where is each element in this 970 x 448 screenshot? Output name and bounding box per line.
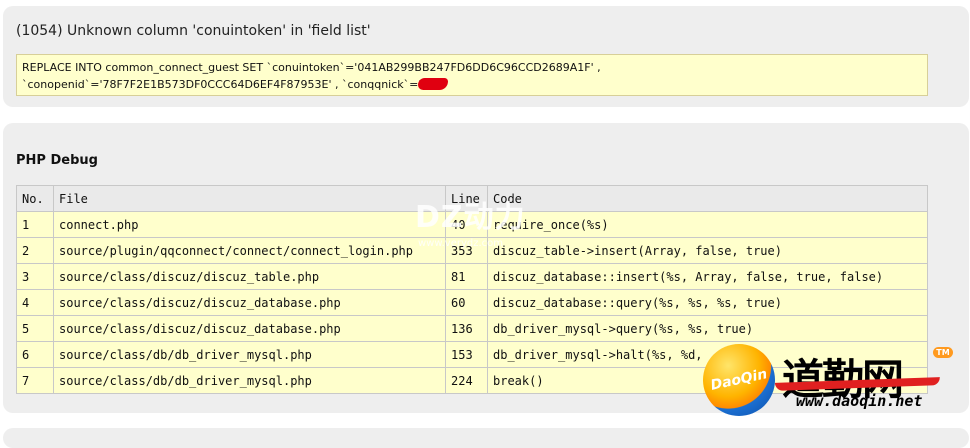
table-row: 3 source/class/discuz/discuz_table.php 8… (16, 263, 928, 290)
cell-no: 4 (16, 289, 54, 316)
sql-query-box: REPLACE INTO common_connect_guest SET `c… (16, 54, 928, 96)
cell-code: discuz_table->insert(Array, false, true) (487, 237, 928, 264)
cell-line: 224 (445, 367, 488, 394)
sql-line-2-text: `conopenid`='78F7F2E1B573DF0CCC64D6EF4F8… (22, 78, 422, 91)
cell-no: 3 (16, 263, 54, 290)
sql-line-2: `conopenid`='78F7F2E1B573DF0CCC64D6EF4F8… (22, 76, 922, 93)
cell-no: 7 (16, 367, 54, 394)
cell-file: source/plugin/qqconnect/connect/connect_… (53, 237, 446, 264)
redaction-mark (418, 78, 449, 90)
dz-watermark: DZ动力 (415, 200, 526, 235)
cell-file: source/class/db/db_driver_mysql.php (53, 341, 446, 368)
cell-no: 5 (16, 315, 54, 342)
cell-no: 2 (16, 237, 54, 264)
daoqin-logo-url: www.daoqin.net (796, 392, 923, 410)
column-header-file: File (53, 185, 446, 212)
cell-file: source/class/discuz/discuz_database.php (53, 289, 446, 316)
table-row: 4 source/class/discuz/discuz_database.ph… (16, 289, 928, 316)
trademark-badge: TM (933, 347, 953, 358)
cell-line: 60 (445, 289, 488, 316)
cell-file: source/class/db/db_driver_mysql.php (53, 367, 446, 394)
column-header-no: No. (16, 185, 54, 212)
cell-code: require_once(%s) (487, 211, 928, 238)
cell-code: discuz_database::insert(%s, Array, false… (487, 263, 928, 290)
cell-line: 153 (445, 341, 488, 368)
dz-watermark-url: www.verydz.com (418, 238, 504, 249)
next-panel-edge (3, 428, 969, 448)
cell-file: connect.php (53, 211, 446, 238)
sql-line-1: REPLACE INTO common_connect_guest SET `c… (22, 61, 601, 74)
cell-line: 136 (445, 315, 488, 342)
table-row: 5 source/class/discuz/discuz_database.ph… (16, 315, 928, 342)
error-panel: (1054) Unknown column 'conuintoken' in '… (3, 6, 969, 107)
debug-title: PHP Debug (16, 153, 98, 168)
column-header-code: Code (487, 185, 928, 212)
cell-no: 6 (16, 341, 54, 368)
cell-code: discuz_database::query(%s, %s, %s, true) (487, 289, 928, 316)
error-message: (1054) Unknown column 'conuintoken' in '… (16, 23, 371, 39)
cell-no: 1 (16, 211, 54, 238)
cell-file: source/class/discuz/discuz_database.php (53, 315, 446, 342)
cell-file: source/class/discuz/discuz_table.php (53, 263, 446, 290)
cell-code: db_driver_mysql->query(%s, %s, true) (487, 315, 928, 342)
cell-line: 81 (445, 263, 488, 290)
